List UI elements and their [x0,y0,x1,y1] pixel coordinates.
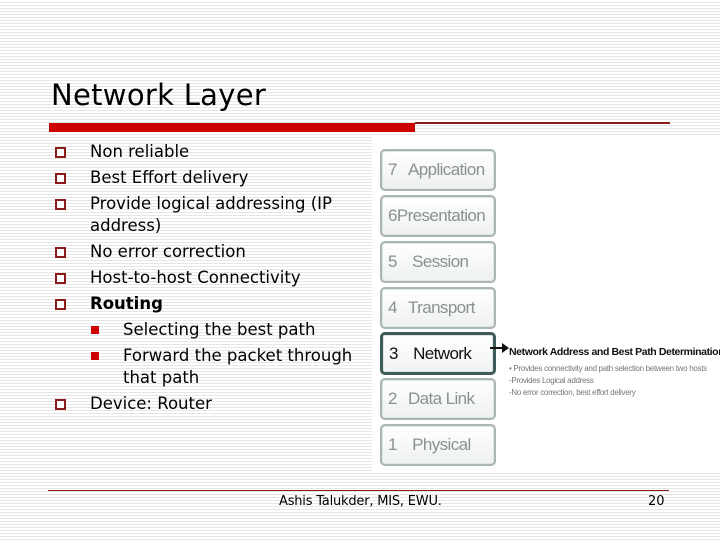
sub-bullet-item: Forward the packet through that path [40,345,380,389]
bullet-item: Provide logical addressing (IP address) [40,193,380,237]
layer-number: 1 [388,435,397,454]
osi-model-figure: 7 Application 6Presentation 5 Session 4 Tr… [372,135,720,473]
hollow-square-bullet-icon [55,399,66,410]
bullet-text: Best Effort delivery [90,168,249,187]
title-underline-accent [49,123,415,132]
layer-name: Transport [408,298,475,317]
bullet-text: No error correction [90,242,246,261]
hollow-square-bullet-icon [55,173,66,184]
bullet-item: Best Effort delivery [40,167,380,189]
osi-layer-data-link: 2 Data Link [380,378,496,420]
bullet-item: Device: Router [40,393,380,415]
network-layer-description: • Provides connectivity and path selecti… [509,363,707,399]
hollow-square-bullet-icon [55,199,66,210]
hollow-square-bullet-icon [55,147,66,158]
osi-layer-physical: 1 Physical [380,424,496,466]
layer-name: Presentation [396,206,486,225]
description-line: -No error correction, best effort delive… [509,388,636,397]
right-arrow-icon [490,343,510,353]
footer-author: Ashis Talukder, MIS, EWU. [279,494,442,509]
bullet-text: Host-to-host Connectivity [90,268,301,287]
osi-layer-session: 5 Session [380,241,496,283]
bullet-text: Device: Router [90,394,212,413]
layer-number: 4 [388,298,397,317]
bullet-text: Provide logical addressing (IP address) [90,194,332,235]
bullet-text: Routing [90,294,163,313]
title-underline-line [415,122,670,124]
bullet-list: Non reliable Best Effort delivery Provid… [40,141,380,419]
layer-number: 7 [388,160,397,179]
description-line: • Provides connectivity and path selecti… [509,364,707,373]
layer-number: 3 [389,344,398,363]
bullet-item: Non reliable [40,141,380,163]
osi-layer-transport: 4 Transport [380,287,496,329]
hollow-square-bullet-icon [55,299,66,310]
osi-layer-presentation: 6Presentation [380,195,496,237]
layer-name: Session [412,252,469,271]
filled-square-bullet-icon [91,352,99,360]
bullet-item: No error correction [40,241,380,263]
osi-layer-application: 7 Application [380,149,496,191]
description-line: -Provides Logical address [509,376,594,385]
network-layer-description-title: Network Address and Best Path Determinat… [509,346,720,358]
layer-name: Physical [412,435,471,454]
page-number: 20 [648,494,665,509]
sub-bullet-text: Selecting the best path [123,320,316,339]
layer-name: Application [408,160,485,179]
slide-title: Network Layer [51,78,267,112]
layer-number: 2 [388,389,397,408]
osi-layer-network: 3 Network [380,332,496,375]
sub-bullet-text: Forward the packet through that path [123,346,353,387]
filled-square-bullet-icon [91,326,99,334]
footer-divider [48,490,669,491]
hollow-square-bullet-icon [55,247,66,258]
sub-bullet-item: Selecting the best path [40,319,380,341]
bullet-item-routing: Routing [40,293,380,315]
layer-name: Network [413,344,472,363]
layer-name: Data Link [408,389,475,408]
bullet-item: Host-to-host Connectivity [40,267,380,289]
layer-number: 6 [388,206,397,225]
hollow-square-bullet-icon [55,273,66,284]
layer-number: 5 [388,252,397,271]
bullet-text: Non reliable [90,142,190,161]
